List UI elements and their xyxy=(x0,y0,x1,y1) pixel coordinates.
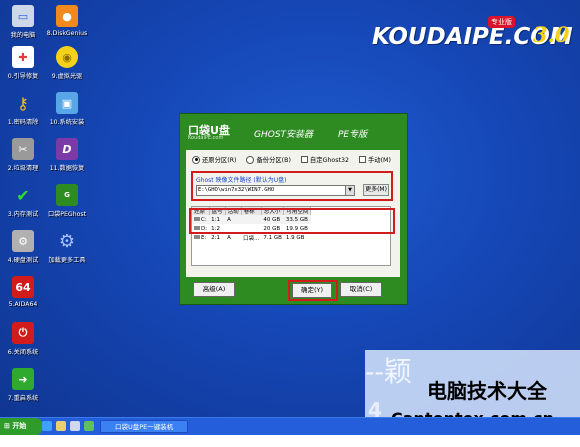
taskbar-item-installer[interactable]: 口袋U盘PE一键装机 V1... xyxy=(100,420,188,444)
ok-button[interactable]: 确定(Y) xyxy=(292,283,332,298)
quicklaunch-folder-icon[interactable] xyxy=(56,421,66,431)
image-path-input[interactable]: E:\GHO\win7x32\WIN7.GHO xyxy=(196,185,347,196)
desktop-icon-trash-clean[interactable]: ✂ 2.垃圾清理 xyxy=(0,138,46,172)
table-row[interactable]: E: 2:1 A 口袋... 7.1 GB 1.9 GB xyxy=(192,233,311,242)
computer-icon: ▭ xyxy=(12,5,34,27)
desktop-icon-memory-test[interactable]: ✔ 3.内存测试 xyxy=(0,184,46,218)
boot-repair-icon: ✚ xyxy=(12,46,34,68)
logo-version: 3.0 xyxy=(533,22,570,47)
ok-button-highlight: 确定(Y) xyxy=(288,280,338,301)
trash-clean-icon: ✂ xyxy=(12,138,34,160)
desktop-icon-hdd-test[interactable]: ⚙ 4.硬盘测试 xyxy=(0,230,46,264)
window-body: 还原分区(R) 备份分区(B) 自定Ghost32 手动(M) Ghost 映像… xyxy=(186,150,400,277)
windows-logo-icon: ⊞ xyxy=(4,422,10,430)
desktop-icon-restart[interactable]: ➜ 7.重启系统 xyxy=(0,368,46,402)
ghost-icon: G xyxy=(56,184,78,206)
radio-backup-dot[interactable] xyxy=(246,155,255,164)
key-icon: ⚷ xyxy=(17,93,29,113)
virtual-cd-icon: ◉ xyxy=(56,46,78,68)
desktop-icon-my-computer[interactable]: ▭ 我的电脑 xyxy=(0,5,46,39)
restart-icon: ➜ xyxy=(12,368,34,390)
desktop-icon-boot-repair[interactable]: ✚ 0.引导修复 xyxy=(0,46,46,80)
window-header: 口袋U盘 KoudaiPE.com GHOST安装器 PE专版 xyxy=(180,114,407,144)
selected-row-highlight xyxy=(189,208,395,234)
chevron-down-icon[interactable]: ▼ xyxy=(345,185,355,196)
more-button[interactable]: 更多(M) xyxy=(363,184,389,196)
desktop: ▭ 我的电脑 ● 8.DiskGenius ✚ 0.引导修复 ◉ 9.虚拟光驱 … xyxy=(0,0,580,444)
desktop-icon-more-tools[interactable]: ⚙ 加载更多工具 xyxy=(44,230,90,264)
desktop-icon-virtual-cd[interactable]: ◉ 9.虚拟光驱 xyxy=(44,46,90,80)
drive-icon: E: xyxy=(192,233,209,242)
data-recovery-icon: D xyxy=(56,138,78,160)
desktop-icon-aida64[interactable]: 64 5.AIDA64 xyxy=(0,276,46,308)
window-title-center: GHOST安装器 xyxy=(254,130,314,140)
quicklaunch-browser-icon[interactable] xyxy=(42,421,52,431)
radio-restore[interactable]: 还原分区(R) xyxy=(192,155,236,164)
checkbox-custom-ghost32[interactable]: 自定Ghost32 xyxy=(300,155,349,164)
start-button[interactable]: ⊞ 开始 xyxy=(0,418,42,435)
ghost-installer-window: 口袋U盘 KoudaiPE.com GHOST安装器 PE专版 还原分区(R) … xyxy=(179,113,408,305)
quicklaunch-app-icon[interactable] xyxy=(84,421,94,431)
desktop-icon-system-install[interactable]: ▣ 10.系统安装 xyxy=(44,92,90,126)
desktop-icon-data-recovery[interactable]: D 11.数据恢复 xyxy=(44,138,90,172)
quicklaunch-computer-icon[interactable] xyxy=(70,421,80,431)
diskgenius-icon: ● xyxy=(56,5,78,27)
window-title-sub: KoudaiPE.com xyxy=(188,135,224,141)
watermark-title: 电脑技术大全 xyxy=(427,379,547,403)
window-title-right: PE专版 xyxy=(338,130,368,140)
desktop-icon-pe-ghost[interactable]: G 口袋PEGhost xyxy=(44,184,90,218)
taskbar: ⊞ 开始 口袋U盘PE一键装机 V1... xyxy=(0,417,580,444)
image-path-group: Ghost 映像文件路径 (默认为U盘) E:\GHO\win7x32\WIN7… xyxy=(191,171,393,201)
radio-backup[interactable]: 备份分区(B) xyxy=(246,155,291,164)
mode-options: 还原分区(R) 备份分区(B) 自定Ghost32 手动(M) xyxy=(192,155,391,164)
koudaipe-logo: KOUDAIPE.COM 专业版 3.0 xyxy=(372,16,573,56)
advanced-button[interactable]: 高级(A) xyxy=(193,282,235,297)
gear-icon: ⚙ xyxy=(58,230,76,252)
desktop-icon-shutdown[interactable]: ⏻ 6.关闭系统 xyxy=(0,322,46,356)
checkbox-manual[interactable]: 手动(M) xyxy=(359,155,391,164)
radio-restore-dot[interactable] xyxy=(192,155,200,164)
desktop-icon-password-clear[interactable]: ⚷ 1.密码清除 xyxy=(0,92,46,126)
system-install-icon: ▣ xyxy=(56,92,78,114)
aida64-icon: 64 xyxy=(12,276,34,298)
cancel-button[interactable]: 取消(C) xyxy=(340,282,382,297)
window-button-row: 高级(A) 确定(Y) 取消(C) xyxy=(180,280,407,301)
checkbox-manual-box[interactable] xyxy=(359,156,366,163)
shutdown-icon: ⏻ xyxy=(12,322,34,344)
checkbox-custom-ghost32-box[interactable] xyxy=(300,156,308,163)
memory-test-icon: ✔ xyxy=(16,185,30,205)
hdd-test-icon: ⚙ xyxy=(12,230,34,252)
desktop-icon-diskgenius[interactable]: ● 8.DiskGenius xyxy=(44,5,90,37)
logo-badge: 专业版 xyxy=(488,16,515,28)
watermark-ghost-text: --颖 xyxy=(365,355,412,388)
image-path-label: Ghost 映像文件路径 (默认为U盘) xyxy=(196,177,287,184)
